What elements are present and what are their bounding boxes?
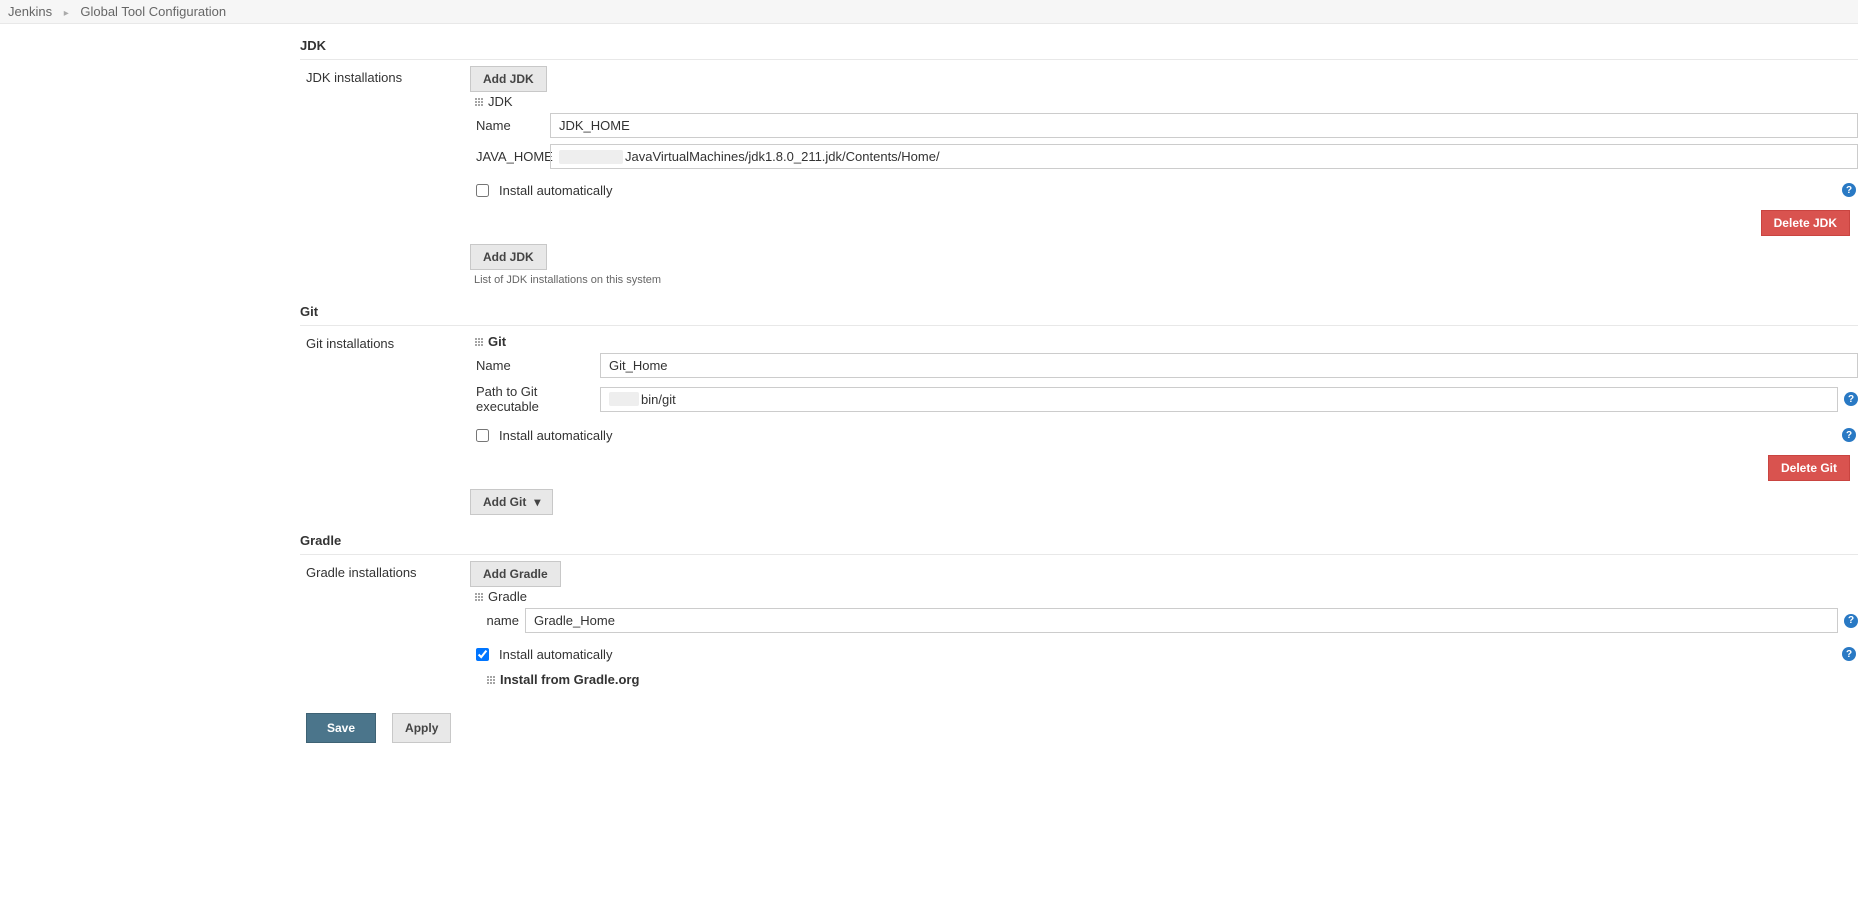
section-header-jdk: JDK [300, 32, 1858, 60]
section-header-git: Git [300, 298, 1858, 326]
apply-button[interactable]: Apply [392, 713, 451, 743]
section-jdk: JDK JDK installations Add JDK JDK Name J… [300, 32, 1858, 292]
gradle-entry-title: Gradle [488, 589, 527, 604]
git-installations-label: Git installations [300, 332, 470, 351]
breadcrumb-bar: Jenkins ▸ Global Tool Configuration [0, 0, 1858, 24]
git-name-input[interactable] [600, 353, 1858, 378]
git-entry-title: Git [488, 334, 506, 349]
jdk-home-input[interactable]: JavaVirtualMachines/jdk1.8.0_211.jdk/Con… [550, 144, 1858, 169]
breadcrumb-page-link[interactable]: Global Tool Configuration [80, 4, 226, 19]
add-git-button[interactable]: Add Git ▾ [470, 489, 553, 515]
help-icon[interactable]: ? [1844, 392, 1858, 406]
gradle-name-label: name [470, 613, 525, 628]
drag-handle-icon[interactable] [474, 592, 484, 602]
git-path-value-text: bin/git [641, 392, 676, 407]
delete-git-button[interactable]: Delete Git [1768, 455, 1850, 481]
help-icon[interactable]: ? [1844, 614, 1858, 628]
git-name-label: Name [470, 358, 600, 373]
jdk-name-input[interactable] [550, 113, 1858, 138]
help-icon[interactable]: ? [1842, 428, 1856, 442]
jdk-entry-header: JDK [470, 92, 1858, 113]
add-git-button-label: Add Git [483, 495, 526, 509]
section-header-gradle: Gradle [300, 527, 1858, 555]
drag-handle-icon[interactable] [486, 675, 496, 685]
jdk-footer-text: List of JDK installations on this system [474, 274, 1858, 286]
jdk-home-label: JAVA_HOME [470, 149, 550, 164]
drag-handle-icon[interactable] [474, 97, 484, 107]
jdk-install-auto-checkbox[interactable] [476, 184, 489, 197]
gradle-install-auto-checkbox[interactable] [476, 648, 489, 661]
help-icon[interactable]: ? [1842, 647, 1856, 661]
help-icon[interactable]: ? [1842, 183, 1856, 197]
redacted-segment [559, 150, 623, 164]
section-gradle: Gradle Gradle installations Add Gradle G… [300, 527, 1858, 697]
gradle-entry-header: Gradle [470, 587, 1858, 608]
jdk-home-value-text: JavaVirtualMachines/jdk1.8.0_211.jdk/Con… [625, 149, 940, 164]
save-button[interactable]: Save [306, 713, 376, 743]
delete-jdk-button[interactable]: Delete JDK [1761, 210, 1850, 236]
section-git: Git Git installations Git Name Path to G… [300, 298, 1858, 521]
redacted-segment [609, 392, 639, 406]
chevron-down-icon: ▾ [534, 495, 540, 509]
drag-handle-icon[interactable] [474, 337, 484, 347]
jdk-name-label: Name [470, 118, 550, 133]
gradle-installer-header: Install from Gradle.org [470, 670, 1858, 691]
breadcrumb-root-link[interactable]: Jenkins [8, 4, 52, 19]
git-install-auto-checkbox[interactable] [476, 429, 489, 442]
main-content: JDK JDK installations Add JDK JDK Name J… [300, 24, 1858, 763]
gradle-installer-title: Install from Gradle.org [500, 672, 639, 687]
jdk-entry-title: JDK [488, 94, 513, 109]
add-jdk-button-bottom[interactable]: Add JDK [470, 244, 547, 270]
gradle-install-auto-label: Install automatically [499, 647, 612, 662]
gradle-name-input[interactable] [525, 608, 1838, 633]
add-jdk-button[interactable]: Add JDK [470, 66, 547, 92]
git-path-input[interactable]: bin/git [600, 387, 1838, 412]
action-buttons-row: Save Apply [300, 703, 1858, 763]
jdk-install-auto-label: Install automatically [499, 183, 612, 198]
jdk-installations-label: JDK installations [300, 66, 470, 85]
git-path-label: Path to Git executable [470, 384, 600, 414]
gradle-installations-label: Gradle installations [300, 561, 470, 580]
git-install-auto-label: Install automatically [499, 428, 612, 443]
add-gradle-button[interactable]: Add Gradle [470, 561, 561, 587]
breadcrumb-separator: ▸ [64, 8, 69, 19]
git-entry-header: Git [470, 332, 1858, 353]
